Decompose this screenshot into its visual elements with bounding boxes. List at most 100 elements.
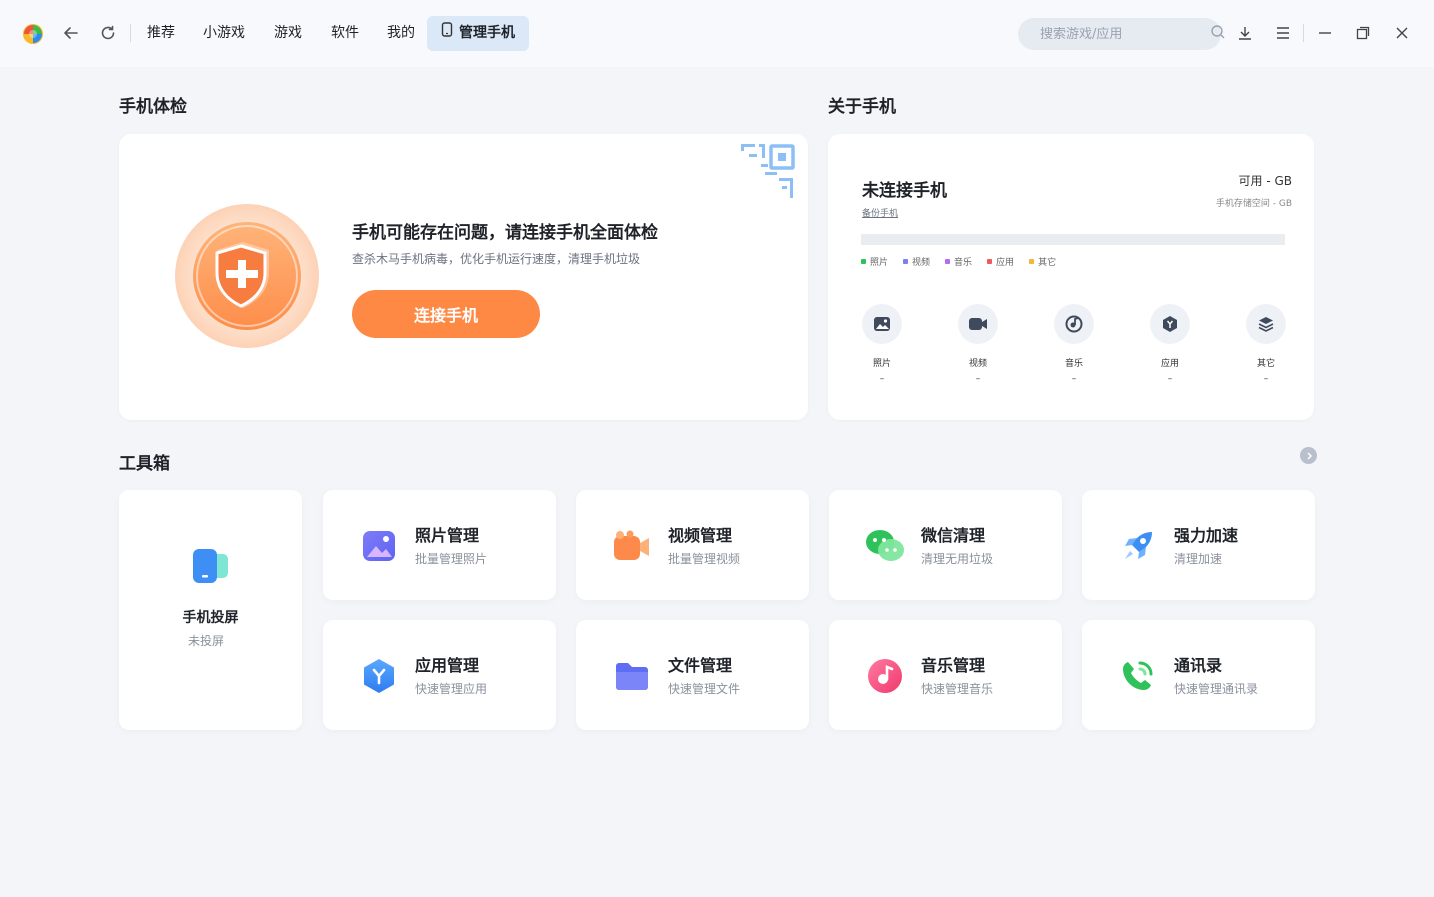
category-label: 音乐 [1064, 359, 1083, 369]
tool-subtitle: 快速管理文件 [668, 682, 741, 696]
tool-contacts[interactable]: 通讯录 快速管理通讯录 [1082, 620, 1315, 730]
tab-games[interactable]: 游戏 [264, 16, 312, 51]
health-subline: 查杀木马手机病毒，优化手机运行速度，清理手机垃圾 [352, 252, 641, 266]
minimize-icon[interactable] [1314, 22, 1336, 44]
category-videos[interactable]: 视频 – [956, 304, 1000, 384]
tool-music-manage[interactable]: 音乐管理 快速管理音乐 [829, 620, 1062, 730]
menu-icon[interactable] [1272, 22, 1294, 44]
category-other[interactable]: 其它 – [1244, 304, 1288, 384]
search-input[interactable] [1040, 26, 1210, 42]
health-check-card: 手机可能存在问题，请连接手机全面体检 查杀木马手机病毒，优化手机运行速度，清理手… [119, 134, 808, 420]
search-icon[interactable] [1210, 24, 1226, 44]
legend-item: 视频 [903, 255, 930, 268]
search-box[interactable] [1018, 18, 1225, 50]
tool-file-manage[interactable]: 文件管理 快速管理文件 [576, 620, 809, 730]
legend-swatch [987, 259, 993, 264]
tool-subtitle: 批量管理照片 [415, 552, 488, 566]
tool-speed-boost[interactable]: 强力加速 清理加速 [1082, 490, 1315, 600]
category-label: 其它 [1256, 359, 1275, 369]
backup-link[interactable]: 备份手机 [862, 206, 898, 219]
rocket-icon [1118, 526, 1158, 566]
storage-legend: 照片 视频 音乐 应用 其它 [861, 255, 1056, 268]
tool-subtitle: 批量管理视频 [668, 552, 741, 566]
tool-title: 文件管理 [668, 656, 733, 675]
health-headline: 手机可能存在问题，请连接手机全面体检 [352, 223, 658, 243]
video-icon [958, 304, 998, 344]
screen-cast-card[interactable]: 手机投屏 未投屏 [119, 490, 302, 730]
storage-bar [861, 234, 1285, 245]
phone-icon [441, 16, 453, 51]
tab-manage-phone[interactable]: 管理手机 [427, 16, 529, 51]
connect-phone-button[interactable]: 连接手机 [352, 290, 540, 338]
legend-swatch [1029, 259, 1035, 264]
tab-mini-games[interactable]: 小游戏 [193, 16, 255, 51]
legend-item: 音乐 [945, 255, 972, 268]
toolbox-section-title: 工具箱 [119, 454, 170, 474]
shield-icon [175, 204, 319, 348]
divider [130, 24, 131, 42]
legend-item: 照片 [861, 255, 888, 268]
tool-title: 应用管理 [415, 656, 480, 675]
tool-wechat-clean[interactable]: 微信清理 清理无用垃圾 [829, 490, 1062, 600]
category-label: 照片 [872, 359, 891, 369]
legend-swatch [861, 259, 866, 264]
tool-video-manage[interactable]: 视频管理 批量管理视频 [576, 490, 809, 600]
legend-swatch [945, 259, 951, 264]
category-value: – [1167, 374, 1173, 384]
tab-mine[interactable]: 我的 [377, 16, 425, 51]
category-label: 应用 [1160, 359, 1179, 369]
music-manage-icon [865, 656, 905, 696]
qr-code-icon[interactable] [741, 142, 797, 204]
storage-label: 手机存储空间 - GB [1215, 199, 1292, 209]
category-label: 视频 [968, 359, 987, 369]
screen-cast-title: 手机投屏 [182, 610, 239, 626]
photo-manage-icon [359, 526, 399, 566]
category-value: – [879, 374, 885, 384]
next-arrow-icon[interactable] [1300, 447, 1317, 464]
close-icon[interactable] [1391, 22, 1413, 44]
tool-title: 照片管理 [415, 526, 480, 545]
tool-photo-manage[interactable]: 照片管理 批量管理照片 [323, 490, 556, 600]
folder-icon [612, 656, 652, 696]
category-value: – [1071, 374, 1077, 384]
tool-title: 强力加速 [1174, 526, 1239, 545]
category-value: – [1263, 374, 1269, 384]
tool-subtitle: 清理无用垃圾 [921, 552, 994, 566]
tool-subtitle: 快速管理应用 [415, 682, 488, 696]
download-icon[interactable] [1234, 22, 1256, 44]
photo-icon [862, 304, 902, 344]
category-photos[interactable]: 照片 – [860, 304, 904, 384]
tool-app-manage[interactable]: 应用管理 快速管理应用 [323, 620, 556, 730]
refresh-icon[interactable] [98, 23, 118, 43]
app-manage-icon [359, 656, 399, 696]
tool-subtitle: 快速管理通讯录 [1174, 682, 1259, 696]
screen-cast-icon [192, 548, 230, 588]
screen-cast-status: 未投屏 [187, 634, 224, 648]
contacts-icon [1118, 656, 1158, 696]
tab-software[interactable]: 软件 [321, 16, 369, 51]
tool-subtitle: 清理加速 [1174, 552, 1223, 566]
app-logo-icon [21, 21, 45, 45]
category-apps[interactable]: 应用 – [1148, 304, 1192, 384]
divider [1303, 24, 1304, 42]
back-icon[interactable] [61, 23, 81, 43]
wechat-icon [865, 526, 905, 566]
about-section-title: 关于手机 [828, 97, 896, 117]
video-manage-icon [612, 526, 652, 566]
layers-icon [1246, 304, 1286, 344]
title-bar: 推荐 小游戏 游戏 软件 我的 管理手机 [0, 0, 1434, 67]
health-section-title: 手机体检 [119, 97, 187, 117]
available-storage: 可用 - GB [1238, 174, 1293, 188]
music-icon [1054, 304, 1094, 344]
about-phone-card: 未连接手机 备份手机 可用 - GB 手机存储空间 - GB 照片 视频 音乐 … [828, 134, 1314, 420]
category-music[interactable]: 音乐 – [1052, 304, 1096, 384]
restore-icon[interactable] [1352, 22, 1374, 44]
legend-swatch [903, 259, 909, 264]
legend-item: 应用 [987, 255, 1014, 268]
tool-subtitle: 快速管理音乐 [921, 682, 994, 696]
tool-title: 视频管理 [668, 526, 733, 545]
tool-title: 音乐管理 [921, 656, 986, 675]
tab-recommend[interactable]: 推荐 [137, 16, 185, 51]
app-icon [1150, 304, 1190, 344]
category-value: – [975, 374, 981, 384]
